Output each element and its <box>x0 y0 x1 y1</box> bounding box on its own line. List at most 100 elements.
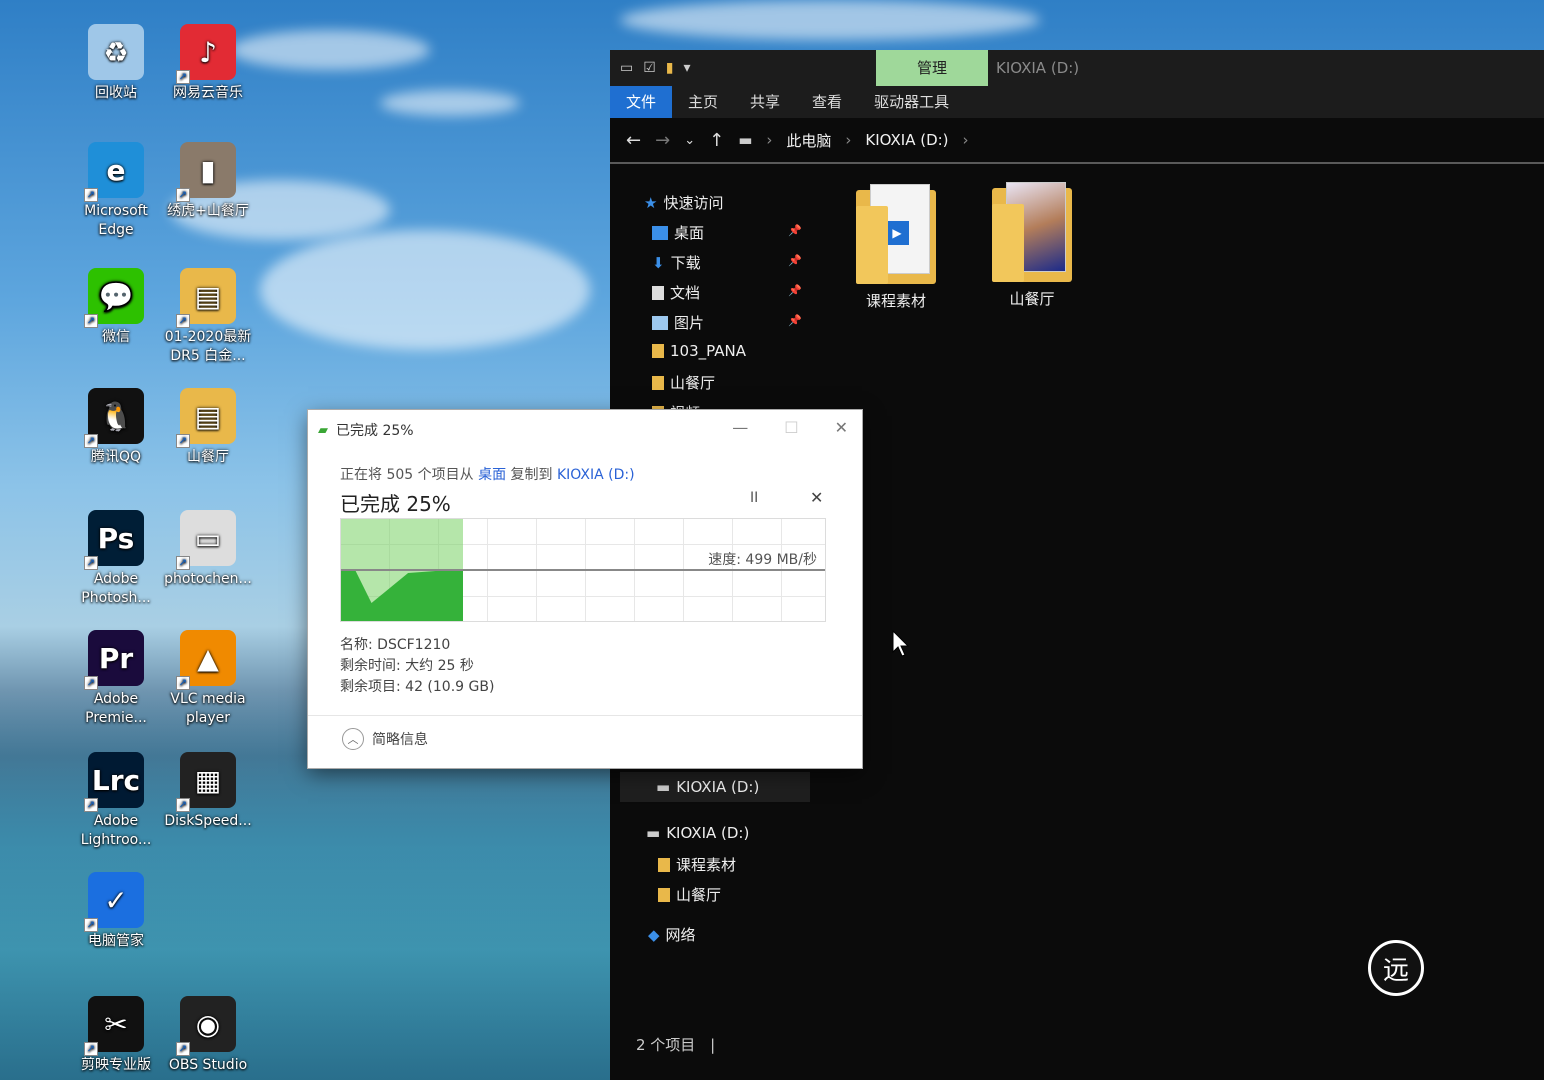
forward-arrow-icon[interactable]: → <box>655 130 670 151</box>
desktop-icon-label: 剪映专业版 <box>81 1057 151 1073</box>
nav-quick-access[interactable]: ★ 快速访问 <box>644 192 723 213</box>
desktop-icon-label: 微信 <box>102 329 130 345</box>
properties-icon[interactable]: ☑ <box>643 60 656 76</box>
new-folder-icon[interactable]: ▮ <box>666 60 674 76</box>
desktop-icon-9[interactable]: ▭ ↗ photochen... <box>160 510 256 589</box>
back-arrow-icon[interactable]: ← <box>626 130 641 151</box>
cancel-button[interactable]: ✕ <box>810 488 823 507</box>
folder-label: 山餐厅 <box>1009 290 1055 308</box>
speed-label: 速度: 499 MB/秒 <box>708 552 817 568</box>
tab-drive-tools[interactable]: 驱动器工具 <box>858 86 965 118</box>
up-arrow-icon[interactable]: ↑ <box>709 130 724 151</box>
desktop-icon-label: Adobe Lightroo... <box>80 813 152 848</box>
tab-file[interactable]: 文件 <box>610 86 673 118</box>
shortcut-arrow-icon: ↗ <box>176 798 190 812</box>
file-list: ▶ 课程素材 山餐厅 <box>810 180 1544 1030</box>
nav-network[interactable]: ◆ 网络 <box>648 924 696 945</box>
transfer-speed-graph: 速度: 499 MB/秒 <box>340 518 826 622</box>
breadcrumb-separator: › <box>766 131 773 149</box>
fewer-details-label: 简略信息 <box>372 732 428 748</box>
desktop-icon-7[interactable]: ▤ ↗ 山餐厅 <box>160 388 256 467</box>
folder-course-material[interactable]: ▶ 课程素材 <box>836 184 956 311</box>
photoshop-icon: Ps ↗ <box>84 510 144 570</box>
maximize-icon[interactable]: ☐ <box>784 418 798 437</box>
desktop-icon-8[interactable]: Ps ↗ Adobe Photosh... <box>68 510 164 608</box>
desktop-icon-6[interactable]: 🐧 ↗ 腾讯QQ <box>68 388 164 467</box>
desktop-icon-2[interactable]: e ↗ Microsoft Edge <box>68 142 164 240</box>
tab-home[interactable]: 主页 <box>672 86 734 118</box>
desktop-icon-11[interactable]: ▲ ↗ VLC media player <box>160 630 256 728</box>
nav-label: 下载 <box>670 254 701 272</box>
desktop-icon-5[interactable]: ▤ ↗ 01-2020最新 DR5 白金... <box>160 268 256 366</box>
desktop-icon-label: VLC media player <box>170 691 246 726</box>
breadcrumb-kioxia[interactable]: KIOXIA (D:) <box>865 131 948 149</box>
breadcrumb-separator: › <box>845 131 852 149</box>
nav-label: 桌面 <box>674 224 705 242</box>
premiere-icon: Pr ↗ <box>84 630 144 690</box>
nav-documents[interactable]: 文档 <box>652 282 700 303</box>
nav-pictures[interactable]: 图片 <box>652 312 704 333</box>
nav-103-pana[interactable]: 103_PANA <box>652 342 746 360</box>
desktop-icon-label: 回收站 <box>95 85 137 101</box>
breadcrumb-this-pc[interactable]: 此电脑 <box>786 130 831 151</box>
desktop-icon-16[interactable]: ✂ ↗ 剪映专业版 <box>68 996 164 1075</box>
nav-label: 图片 <box>674 314 705 332</box>
nav-label: 网络 <box>665 926 696 944</box>
cloud <box>230 30 430 70</box>
customize-dropdown-icon[interactable]: ▾ <box>684 60 691 76</box>
pause-button[interactable]: II <box>750 490 758 506</box>
nav-label: 文档 <box>670 284 701 302</box>
edge-icon: e ↗ <box>84 142 144 202</box>
folder-icon <box>658 887 670 902</box>
lightroom-icon: Lrc ↗ <box>84 752 144 812</box>
desktop-icon-label: 山餐厅 <box>187 449 229 465</box>
nav-restaurant[interactable]: 山餐厅 <box>652 372 715 393</box>
fewer-details-button[interactable]: ︿ 简略信息 <box>342 728 428 750</box>
nav-desktop[interactable]: 桌面 <box>652 222 704 243</box>
desktop-icon-label: Adobe Premie... <box>85 691 147 726</box>
source-link[interactable]: 桌面 <box>478 467 506 483</box>
desktop-icon-13[interactable]: ▦ ↗ DiskSpeed... <box>160 752 256 831</box>
nav-label: 山餐厅 <box>676 886 722 904</box>
nav-kioxia[interactable]: ▬ KIOXIA (D:) <box>646 824 749 842</box>
manage-tab[interactable]: 管理 <box>876 50 988 86</box>
desktop-icon-1[interactable]: ♪ ↗ 网易云音乐 <box>160 24 256 103</box>
desktop-icon-3[interactable]: ▮ ↗ 绣虎+山餐厅 <box>160 142 256 221</box>
folder-restaurant[interactable]: 山餐厅 <box>972 182 1092 309</box>
copy-icon: ▰ <box>318 422 328 438</box>
desktop-icon <box>652 225 668 240</box>
desktop-icon-0[interactable]: ♻ 回收站 <box>68 24 164 103</box>
tab-share[interactable]: 共享 <box>734 86 796 118</box>
quick-access-toolbar: ▭ ☑ ▮ ▾ <box>610 60 691 76</box>
nav-downloads[interactable]: ⬇ 下载 <box>652 252 701 273</box>
folder-icon: ▤ ↗ <box>176 388 236 448</box>
desktop-icon-10[interactable]: Pr ↗ Adobe Premie... <box>68 630 164 728</box>
recent-dropdown-icon[interactable]: ⌄ <box>684 133 695 148</box>
pin-icon: 📌 <box>788 254 802 267</box>
desktop-icon-label: 01-2020最新 DR5 白金... <box>164 329 252 364</box>
nav-kioxia-selected[interactable]: ▬ KIOXIA (D:) <box>620 772 810 802</box>
folder-icon <box>652 344 664 358</box>
desktop-icon-12[interactable]: Lrc ↗ Adobe Lightroo... <box>68 752 164 850</box>
dialog-titlebar: ▰ 已完成 25% — ☐ ✕ <box>308 410 862 450</box>
wechat-icon: 💬 ↗ <box>84 268 144 328</box>
close-icon[interactable]: ✕ <box>835 418 848 437</box>
desktop-icon-label: 网易云音乐 <box>173 85 243 101</box>
watermark-logo: 远 <box>1368 940 1424 996</box>
nav-course-material[interactable]: 课程素材 <box>658 854 736 875</box>
shortcut-arrow-icon: ↗ <box>84 434 98 448</box>
speed-line <box>341 569 825 571</box>
destination-link[interactable]: KIOXIA (D:) <box>557 467 635 483</box>
minimize-icon[interactable]: — <box>732 418 748 437</box>
nav-restaurant-2[interactable]: 山餐厅 <box>658 884 721 905</box>
tab-view[interactable]: 查看 <box>796 86 858 118</box>
desktop-icon-14[interactable]: ✓ ↗ 电脑管家 <box>68 872 164 951</box>
shortcut-arrow-icon: ↗ <box>176 70 190 84</box>
desktop-icon-label: DiskSpeed... <box>164 813 252 829</box>
desktop-icon-17[interactable]: ◉ ↗ OBS Studio <box>160 996 256 1075</box>
pc-manager-icon: ✓ ↗ <box>84 872 144 932</box>
drive-icon[interactable]: ▭ <box>620 60 633 76</box>
desktop-icon-4[interactable]: 💬 ↗ 微信 <box>68 268 164 347</box>
folder-icon: ▤ ↗ <box>176 268 236 328</box>
jianying-icon: ✂ ↗ <box>84 996 144 1056</box>
